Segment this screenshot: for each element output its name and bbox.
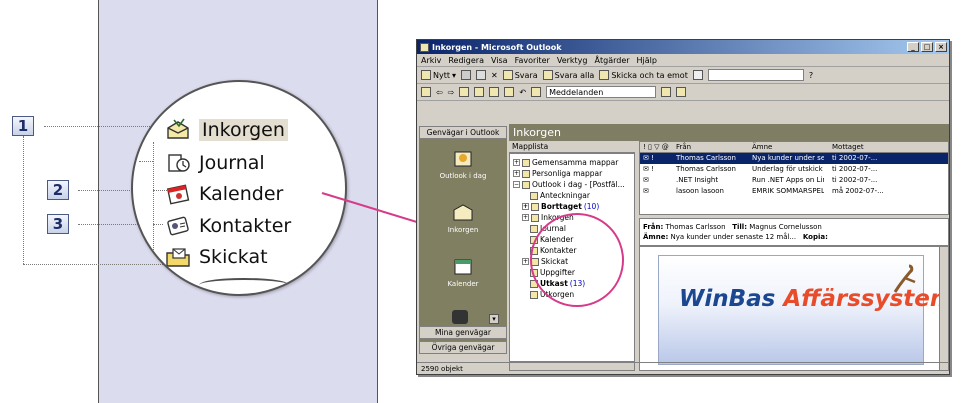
nav-item-outlook-today[interactable]: Outlook i dag [419, 149, 507, 180]
send-receive-button[interactable]: Skicka och ta emot [599, 70, 688, 80]
scroll-down-icon[interactable]: ▾ [489, 314, 499, 324]
mag-item-kalender[interactable]: Kalender [163, 181, 283, 207]
leader-line [23, 264, 175, 265]
mag-item-skickat[interactable]: Skickat [163, 244, 268, 270]
magnifier-circle: Inkorgen Journal Kalender Kontakter Skic… [131, 80, 347, 296]
forward-icon[interactable]: ⇨ [448, 88, 455, 97]
preview-body: WinBas Affärssystem [639, 246, 949, 371]
status-bar: 2590 objekt [417, 362, 949, 374]
message-row[interactable]: ✉ !Thomas CarlssonNya kunder under sen..… [640, 153, 948, 164]
view-select[interactable]: Meddelanden [546, 86, 657, 98]
menu-visa[interactable]: Visa [491, 56, 508, 65]
menu-arkiv[interactable]: Arkiv [421, 56, 441, 65]
folder-banner: Inkorgen [509, 124, 949, 141]
reply-icon [502, 70, 513, 80]
folder-item[interactable]: + Borttaget (10) [522, 202, 599, 211]
folder-item[interactable]: + Gemensamma mappar [513, 158, 618, 167]
message-row[interactable]: ✉ lasoon lasoon EMRIK SOMMARSPEL... må 2002… [640, 186, 948, 197]
tree-line [153, 142, 154, 262]
folder-list-header: Mapplista [509, 141, 635, 153]
menu-redigera[interactable]: Redigera [448, 56, 484, 65]
help-icon[interactable]: ? [809, 71, 813, 80]
screenshot-root: 1 2 3 Inkorgen Journal Kalender Kontakte… [0, 0, 972, 403]
folder-list-icon[interactable] [474, 87, 485, 97]
view-icon[interactable] [661, 87, 672, 97]
reply-all-icon [542, 70, 553, 80]
shortcuts-header[interactable]: Genvägar i Outlook [419, 126, 507, 139]
my-shortcuts-button[interactable]: Mina genvägar [419, 326, 507, 339]
outlook-bar: Outlook i dag Inkorgen Kalender ▾ [419, 139, 507, 341]
reply-button[interactable]: Svara [502, 70, 538, 80]
message-row[interactable]: ✉.NET InsightRun .NET Apps on Lin...ti 2… [640, 175, 948, 186]
menu-bar: Arkiv Redigera Visa Favoriter Verktyg Åt… [417, 54, 949, 67]
folder-item[interactable]: − Outlook i dag - [Postfäl... [513, 180, 625, 189]
winbas-banner: WinBas Affärssystem [658, 255, 948, 365]
menu-favoriter[interactable]: Favoriter [515, 56, 550, 65]
maximize-button[interactable]: □ [921, 42, 933, 52]
column-subject[interactable]: Ämne [752, 142, 824, 152]
nav-item-inkorgen[interactable]: Inkorgen [419, 203, 507, 234]
send-receive-icon [599, 70, 610, 80]
move-icon[interactable] [476, 70, 487, 80]
undo-icon[interactable]: ↶ [519, 88, 526, 97]
preview-header: Från: Thomas Carlsson Till: Magnus Corne… [639, 218, 949, 246]
column-received[interactable]: Mottaget [824, 142, 904, 152]
rules-icon[interactable] [531, 87, 542, 97]
contacts-icon [452, 310, 468, 324]
column-flags[interactable]: ! ▯ ▽ @ [640, 142, 676, 152]
folder-item[interactable]: + Personliga mappar [513, 169, 602, 178]
figure-icon [893, 264, 916, 293]
outlook-today-icon [454, 151, 472, 167]
tree-line [139, 161, 153, 162]
print-icon[interactable] [461, 70, 472, 80]
advanced-toolbar: ⇦ ⇨ ↶ Meddelanden [417, 84, 949, 101]
message-list: ! ▯ ▽ @ Från Ämne Mottaget ✉ ! Thomas Car… [639, 141, 949, 215]
nav-item-kalender[interactable]: Kalender [419, 257, 507, 288]
sent-icon [163, 244, 193, 270]
standard-toolbar: Nytt ▾ ✕ Svara Svara alla Skicka och ta … [417, 67, 949, 84]
outlook-window: Inkorgen - Microsoft Outlook _ □ × Arkiv… [416, 39, 950, 375]
other-shortcuts-button[interactable]: Övriga genvägar [419, 341, 507, 354]
column-from[interactable]: Från [676, 142, 752, 152]
journal-icon [163, 150, 193, 176]
contacts-icon [163, 213, 193, 239]
print-preview-icon[interactable] [504, 87, 515, 97]
mag-item-kontakter[interactable]: Kontakter [163, 213, 291, 239]
tree-line [153, 224, 163, 225]
mag-item-journal[interactable]: Journal [163, 150, 265, 176]
inbox-icon [163, 117, 193, 143]
options-icon[interactable] [676, 87, 687, 97]
title-bar: Inkorgen - Microsoft Outlook _ □ × [417, 40, 949, 54]
calendar-icon [163, 181, 193, 207]
callout-3: 3 [47, 214, 69, 234]
reply-all-button[interactable]: Svara alla [542, 70, 594, 80]
calendar-icon [454, 259, 472, 275]
zoom-highlight-circle [530, 213, 624, 307]
message-row[interactable]: ✉ ! Thomas Carlsson Underlag för utskick ti… [640, 164, 948, 175]
callout-1: 1 [12, 116, 34, 136]
menu-verktyg[interactable]: Verktyg [557, 56, 588, 65]
message-list-header: ! ▯ ▽ @ Från Ämne Mottaget [640, 142, 948, 153]
callout-2: 2 [47, 180, 69, 200]
menu-hjalp[interactable]: Hjälp [637, 56, 657, 65]
preview-vscrollbar[interactable] [939, 247, 948, 370]
outlook-icon [420, 42, 429, 52]
delete-icon[interactable]: ✕ [491, 71, 498, 80]
minimize-button[interactable]: _ [907, 42, 919, 52]
inbox-icon [453, 204, 473, 221]
up-folder-icon[interactable] [459, 87, 470, 97]
cut-off-item [199, 278, 289, 292]
preview-pane-icon[interactable] [489, 87, 500, 97]
new-button[interactable]: Nytt ▾ [421, 70, 456, 80]
back-icon[interactable]: ⇦ [436, 88, 443, 97]
close-button[interactable]: × [935, 42, 947, 52]
mag-item-inkorgen[interactable]: Inkorgen [163, 117, 288, 143]
find-contact-input[interactable] [707, 69, 804, 81]
folder-item[interactable]: Anteckningar [530, 191, 590, 200]
new-icon [421, 70, 431, 80]
address-book-icon[interactable] [692, 70, 703, 80]
leader-line [23, 136, 24, 264]
menu-atgarder[interactable]: Åtgärder [595, 56, 630, 65]
outlook-today-icon[interactable] [421, 87, 431, 97]
